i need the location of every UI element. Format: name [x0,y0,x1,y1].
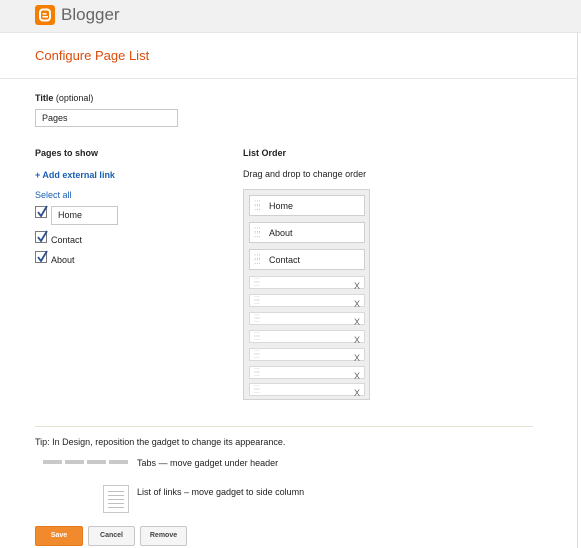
right-edge [577,33,578,548]
remove-slot-icon[interactable]: X [354,299,360,309]
remove-button[interactable]: Remove [140,526,187,546]
tabs-description: Tabs — move gadget under header [137,458,279,468]
page-title: Configure Page List [35,48,150,63]
page-label-input-home[interactable]: Home [51,206,118,225]
list-description: List of links – move gadget to side colu… [137,487,305,497]
drag-handle-icon[interactable]: :::::: [254,277,260,288]
blogger-logo-icon[interactable] [35,5,55,25]
empty-order-slot[interactable]: :::::: X [249,348,365,363]
header-divider [0,78,577,79]
brand-name[interactable]: Blogger [61,5,120,25]
select-all-link[interactable]: Select all [35,190,72,200]
empty-order-slot[interactable]: :::::: X [249,366,365,381]
drag-handle-icon[interactable]: :::::: [254,367,260,378]
drag-handle-icon[interactable]: :::::: [254,313,260,324]
checkmark-icon [37,250,48,263]
drag-handle-icon[interactable]: :::::: [254,199,261,212]
tip-divider [35,426,533,427]
order-item-label: About [269,228,293,238]
drag-handle-icon[interactable]: :::::: [254,295,260,306]
add-external-link[interactable]: + Add external link [35,170,115,180]
checkbox-home[interactable] [35,205,48,218]
title-field-label: Title (optional) [35,93,93,103]
order-item-home[interactable]: :::::: Home [249,195,365,216]
drag-handle-icon[interactable]: :::::: [254,331,260,342]
list-order-heading: List Order [243,148,287,158]
remove-slot-icon[interactable]: X [354,317,360,327]
checkmark-icon [37,230,48,243]
title-input[interactable] [35,109,178,127]
cancel-button[interactable]: Cancel [88,526,135,546]
remove-slot-icon[interactable]: X [354,371,360,381]
checkbox-contact[interactable] [35,230,48,243]
checkbox-about[interactable] [35,250,48,263]
remove-slot-icon[interactable]: X [354,353,360,363]
design-tip: Tip: In Design, reposition the gadget to… [35,437,286,447]
pages-to-show-heading: Pages to show [35,148,99,158]
checkmark-icon [37,205,48,218]
drag-handle-icon[interactable]: :::::: [254,384,260,395]
empty-order-slot[interactable]: :::::: X [249,383,365,398]
empty-order-slot[interactable]: :::::: X [249,294,365,309]
drag-handle-icon[interactable]: :::::: [254,349,260,360]
drag-handle-icon[interactable]: :::::: [254,226,261,239]
list-order-hint: Drag and drop to change order [243,169,367,179]
top-bar: Blogger [0,0,581,33]
page-label-contact: Contact [51,235,83,245]
empty-order-slot[interactable]: :::::: X [249,276,365,291]
order-item-label: Contact [269,255,301,265]
order-item-contact[interactable]: :::::: Contact [249,249,365,270]
remove-slot-icon[interactable]: X [354,335,360,345]
order-item-about[interactable]: :::::: About [249,222,365,243]
remove-slot-icon[interactable]: X [354,388,360,398]
save-button[interactable]: Save [35,526,83,546]
page-label-about: About [51,255,75,265]
tabs-layout-icon [43,457,129,467]
remove-slot-icon[interactable]: X [354,281,360,291]
order-item-label: Home [269,201,294,211]
drag-handle-icon[interactable]: :::::: [254,253,261,266]
empty-order-slot[interactable]: :::::: X [249,312,365,327]
optional-label: (optional) [55,93,94,103]
list-layout-icon [103,485,129,513]
list-order-box: :::::: Home :::::: About :::::: Contact … [243,189,370,400]
empty-order-slot[interactable]: :::::: X [249,330,365,345]
title-label-text: Title [35,93,54,103]
